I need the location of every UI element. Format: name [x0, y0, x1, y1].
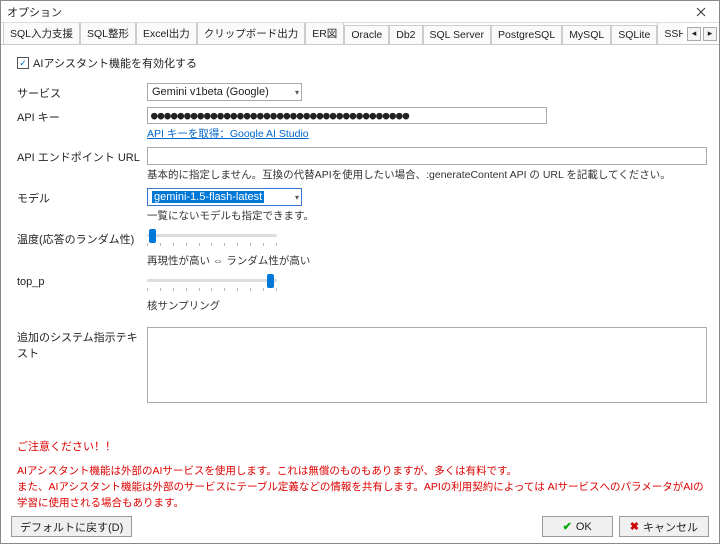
tab-nav: ◂ ▸ — [683, 27, 717, 41]
tab-sqlite[interactable]: SQLite — [611, 25, 657, 44]
top-p-helper: 核サンプリング — [147, 298, 707, 313]
tab-er[interactable]: ER図 — [305, 23, 344, 44]
endpoint-input[interactable] — [147, 147, 707, 165]
model-helper: 一覧にないモデルも指定できます。 — [147, 208, 707, 223]
checkmark-icon: ✔ — [563, 520, 572, 533]
tab-sql-format[interactable]: SQL整形 — [80, 23, 136, 44]
slider-ticks — [147, 288, 277, 291]
top-p-slider[interactable] — [147, 274, 277, 292]
enable-ai-row: ✓ AIアシスタント機能を有効化する — [17, 55, 707, 71]
system-prompt-label: 追加のシステム指示テキスト — [17, 327, 147, 361]
warning-line1: AIアシスタント機能は外部のAIサービスを使用します。これは無償のものもあります… — [17, 465, 517, 477]
api-key-value: ●●●●●●●●●●●●●●●●●●●●●●●●●●●●●●●●●●●●●●● — [151, 109, 409, 122]
slider-track — [147, 279, 277, 282]
model-row: モデル gemini-1.5-flash-latest ▾ 一覧にないモデルも指… — [17, 188, 707, 223]
enable-ai-label: AIアシスタント機能を有効化する — [33, 55, 197, 71]
temperature-helper: 再現性が高い ⇔ ランダム性が高い — [147, 253, 707, 268]
content-panel: ✓ AIアシスタント機能を有効化する サービス Gemini v1beta (G… — [1, 45, 719, 510]
slider-thumb[interactable] — [149, 229, 156, 243]
footer: デフォルトに戻す(D) ✔ OK ✖ キャンセル — [1, 510, 719, 543]
close-button[interactable] — [687, 3, 715, 21]
endpoint-row: API エンドポイント URL 基本的に指定しません。互換の代替APIを使用した… — [17, 147, 707, 182]
window-title: オプション — [7, 4, 62, 20]
tab-db2[interactable]: Db2 — [389, 25, 422, 44]
tab-sqlserver[interactable]: SQL Server — [423, 25, 491, 44]
reset-defaults-button[interactable]: デフォルトに戻す(D) — [11, 516, 132, 537]
titlebar: オプション — [1, 1, 719, 23]
api-key-input[interactable]: ●●●●●●●●●●●●●●●●●●●●●●●●●●●●●●●●●●●●●●● — [147, 107, 547, 124]
system-prompt-textarea[interactable] — [147, 327, 707, 403]
slider-track — [147, 234, 277, 237]
tab-oracle[interactable]: Oracle — [344, 25, 389, 44]
chevron-down-icon: ▾ — [295, 88, 299, 97]
slider-ticks — [147, 243, 277, 246]
tab-excel-output[interactable]: Excel出力 — [136, 23, 197, 44]
tab-ssh[interactable]: SSH接続 — [657, 23, 683, 44]
warning-line2: また、AIアシスタント機能は外部のサービスにテーブル定義などの情報を共有します。… — [17, 481, 704, 509]
tab-bar: SQL入力支援 SQL整形 Excel出力 クリップボード出力 ER図 Orac… — [1, 23, 719, 45]
tabs: SQL入力支援 SQL整形 Excel出力 クリップボード出力 ER図 Orac… — [3, 23, 683, 44]
tab-postgresql[interactable]: PostgreSQL — [491, 25, 562, 44]
service-row: サービス Gemini v1beta (Google) ▾ — [17, 83, 707, 101]
temperature-slider[interactable] — [147, 229, 277, 247]
service-value: Gemini v1beta (Google) — [152, 86, 269, 98]
tab-next-button[interactable]: ▸ — [703, 27, 717, 41]
tab-clipboard[interactable]: クリップボード出力 — [197, 23, 306, 44]
endpoint-label: API エンドポイント URL — [17, 147, 147, 165]
cancel-icon: ✖ — [630, 520, 639, 533]
service-select[interactable]: Gemini v1beta (Google) ▾ — [147, 83, 302, 101]
temperature-label: 温度(応答のランダム性) — [17, 229, 147, 247]
warning-block: ご注意ください！！ AIアシスタント機能は外部のAIサービスを使用します。これは… — [17, 438, 707, 510]
ok-button[interactable]: ✔ OK — [542, 516, 613, 537]
warning-title: ご注意ください！！ — [17, 438, 707, 454]
api-key-link[interactable]: API キーを取得：Google AI Studio — [147, 128, 309, 140]
endpoint-helper: 基本的に指定しません。互換の代替APIを使用したい場合、:generateCon… — [147, 167, 707, 182]
model-label: モデル — [17, 188, 147, 206]
cancel-button[interactable]: ✖ キャンセル — [619, 516, 709, 537]
close-icon — [696, 7, 706, 17]
ok-label: OK — [576, 521, 592, 533]
checkmark-icon: ✓ — [19, 58, 27, 69]
slider-thumb[interactable] — [267, 274, 274, 288]
top-p-label: top_p — [17, 274, 147, 288]
tab-prev-button[interactable]: ◂ — [687, 27, 701, 41]
enable-ai-checkbox[interactable]: ✓ — [17, 57, 29, 69]
tab-mysql[interactable]: MySQL — [562, 25, 611, 44]
chevron-down-icon: ▾ — [295, 193, 299, 202]
system-prompt-row: 追加のシステム指示テキスト — [17, 327, 707, 406]
api-key-row: API キー ●●●●●●●●●●●●●●●●●●●●●●●●●●●●●●●●●… — [17, 107, 707, 141]
temperature-row: 温度(応答のランダム性) 再現性が高い ⇔ ランダム性が高い — [17, 229, 707, 268]
model-value: gemini-1.5-flash-latest — [152, 191, 264, 203]
tab-sql-input[interactable]: SQL入力支援 — [3, 23, 80, 44]
cancel-label: キャンセル — [643, 519, 698, 535]
service-label: サービス — [17, 83, 147, 101]
top-p-row: top_p 核サンプリング — [17, 274, 707, 313]
reset-defaults-label: デフォルトに戻す(D) — [20, 519, 123, 535]
model-select[interactable]: gemini-1.5-flash-latest ▾ — [147, 188, 302, 206]
api-key-label: API キー — [17, 107, 147, 125]
warning-body: AIアシスタント機能は外部のAIサービスを使用します。これは無償のものもあります… — [17, 464, 707, 510]
